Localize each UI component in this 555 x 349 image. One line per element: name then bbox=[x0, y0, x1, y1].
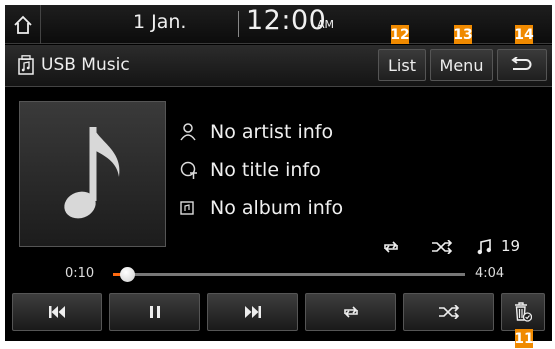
progress-handle[interactable] bbox=[120, 267, 136, 282]
repeat-icon bbox=[384, 241, 398, 253]
shuffle-button-icon bbox=[438, 305, 459, 319]
clock-ampm: AM bbox=[317, 18, 335, 31]
list-button-label: List bbox=[388, 55, 416, 75]
callout-list: 12 bbox=[390, 25, 410, 44]
previous-button[interactable] bbox=[12, 293, 102, 331]
album-icon bbox=[180, 201, 194, 215]
list-button[interactable]: List bbox=[378, 49, 426, 81]
artist-name: No artist info bbox=[210, 121, 334, 143]
repeat-button[interactable] bbox=[305, 293, 396, 331]
next-icon bbox=[244, 306, 261, 318]
title-row: No title info bbox=[180, 155, 321, 185]
total-time: 4:04 bbox=[475, 266, 505, 281]
usb-music-icon bbox=[18, 55, 34, 75]
home-button[interactable] bbox=[5, 5, 41, 44]
back-button[interactable] bbox=[497, 49, 547, 81]
menu-button-label: Menu bbox=[439, 55, 484, 75]
elapsed-time: 0:10 bbox=[65, 266, 95, 281]
source-title: USB Music bbox=[41, 55, 130, 75]
clock-time: 12:00 bbox=[246, 5, 327, 36]
home-icon bbox=[13, 15, 32, 34]
album-art bbox=[19, 101, 166, 247]
callout-back: 14 bbox=[514, 25, 534, 44]
delete-button[interactable] bbox=[501, 293, 545, 331]
delete-icon bbox=[515, 302, 532, 322]
track-title: No title info bbox=[210, 159, 321, 181]
title-bar: USB Music List Menu bbox=[5, 45, 552, 87]
track-number: 19 bbox=[501, 237, 521, 255]
music-note-icon bbox=[63, 127, 119, 219]
date-display: 1 Jan. bbox=[133, 11, 187, 33]
shuffle-button[interactable] bbox=[403, 293, 494, 331]
callout-delete: 11 bbox=[514, 329, 534, 348]
menu-button[interactable]: Menu bbox=[430, 49, 493, 81]
playback-controls bbox=[5, 293, 552, 333]
pause-button[interactable] bbox=[109, 293, 200, 331]
album-name: No album info bbox=[210, 197, 344, 219]
title-icon bbox=[180, 161, 197, 179]
back-arrow-icon bbox=[511, 57, 532, 70]
artist-row: No artist info bbox=[180, 117, 333, 147]
previous-icon bbox=[49, 306, 65, 318]
person-icon bbox=[180, 123, 196, 141]
shuffle-icon bbox=[432, 240, 453, 254]
next-button[interactable] bbox=[207, 293, 298, 331]
mode-indicators bbox=[381, 237, 401, 257]
progress-bar[interactable] bbox=[113, 267, 465, 282]
usb-music-screen: 1 Jan. 12:00 AM USB Music List Menu No a… bbox=[5, 5, 552, 341]
music-note-small-icon bbox=[477, 239, 491, 255]
repeat-button-icon bbox=[343, 306, 358, 318]
status-divider bbox=[238, 11, 239, 37]
callout-menu: 13 bbox=[453, 25, 473, 44]
album-row: No album info bbox=[180, 193, 343, 223]
pause-icon bbox=[149, 306, 160, 318]
